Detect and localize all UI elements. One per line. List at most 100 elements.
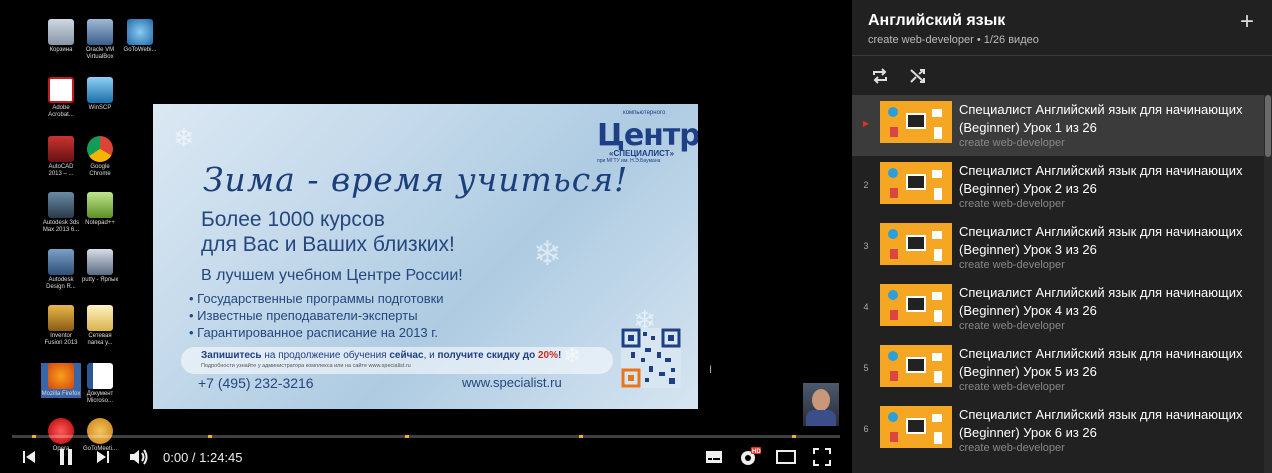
shuffle-icon[interactable]: [908, 66, 928, 86]
chapter-marker: [579, 435, 583, 438]
autocad-icon: [48, 136, 74, 162]
player-controls: 0:00 / 1:24:45 HD: [0, 440, 852, 473]
playlist-panel: Английский язык create web-developer • 1…: [852, 0, 1272, 473]
channel-name: create web-developer: [959, 259, 1065, 271]
playlist-title[interactable]: Английский язык: [868, 12, 1005, 30]
video-player[interactable]: Корзина Adobe Acrobat... AutoCAD 2013 – …: [0, 0, 852, 473]
fullscreen-button[interactable]: [810, 445, 834, 469]
channel-name: create web-developer: [959, 442, 1065, 454]
video-thumbnail[interactable]: [880, 101, 952, 143]
playlist-subtitle[interactable]: create web-developer • 1/26 видео: [868, 34, 1039, 46]
logo-caption-top: компьютерного: [623, 110, 666, 116]
logo-caption-name: «СПЕЦИАЛИСТ»: [609, 149, 675, 158]
scrollbar-thumb[interactable]: [1265, 95, 1271, 157]
video-thumbnail[interactable]: [880, 406, 952, 448]
desktop-icon-3dsmax: Autodesk 3ds Max 2013 6...: [41, 192, 81, 234]
desktop-icon-label: Adobe Acrobat...: [48, 105, 74, 118]
video-title[interactable]: Специалист Английский язык для начинающи…: [959, 406, 1259, 442]
banner-website: www.specialist.ru: [462, 375, 562, 390]
theater-mode-button[interactable]: [774, 445, 798, 469]
winscp-icon: [87, 77, 113, 103]
skip-previous-icon: [23, 451, 35, 463]
channel-name: create web-developer: [959, 137, 1065, 149]
previous-button[interactable]: [18, 445, 40, 469]
promo-text: Запишитесь на продолжение обучения сейча…: [201, 350, 562, 361]
gotowebinar-icon: [127, 19, 153, 45]
video-title[interactable]: Специалист Английский язык для начинающи…: [959, 162, 1259, 198]
channel-name: create web-developer: [959, 320, 1065, 332]
desktop-icon-inventor: Inventor Fusion 2013: [41, 305, 81, 347]
chrome-icon: [87, 136, 113, 162]
settings-button[interactable]: HD: [737, 445, 763, 469]
chapter-marker: [792, 435, 796, 438]
video-thumbnail[interactable]: [880, 162, 952, 204]
skip-next-icon: [97, 451, 109, 463]
subtitles-button[interactable]: [702, 445, 726, 469]
desktop-icon-label: Notepad++: [85, 220, 115, 226]
desktop-icon-autocad: AutoCAD 2013 – ...: [41, 136, 81, 178]
item-index: 4: [863, 302, 869, 312]
item-index: 3: [863, 241, 869, 251]
pause-icon: [60, 449, 72, 465]
recycle-bin-icon: [48, 19, 74, 45]
putty-icon: [87, 249, 113, 275]
desktop-icon-putty: putty - Ярлык: [80, 249, 120, 284]
item-index: 6: [863, 424, 869, 434]
video-thumbnail[interactable]: [880, 284, 952, 326]
volume-icon: [130, 449, 148, 465]
page-root: Корзина Adobe Acrobat... AutoCAD 2013 – …: [0, 0, 1272, 473]
pause-button[interactable]: [54, 445, 78, 469]
divider: [852, 55, 1272, 56]
svg-text:HD: HD: [752, 449, 761, 455]
playlist-item[interactable]: 4 Специалист Английский язык для начинаю…: [852, 278, 1264, 339]
desktop-icon-recycle-bin: Корзина: [41, 19, 81, 54]
banner-line: В лучшем учебном Центре России!: [201, 267, 463, 284]
video-title[interactable]: Специалист Английский язык для начинающи…: [959, 223, 1259, 259]
text-cursor-icon: I: [709, 364, 713, 376]
mute-button[interactable]: [126, 445, 152, 469]
playlist-item[interactable]: 2 Специалист Английский язык для начинаю…: [852, 156, 1264, 217]
video-title[interactable]: Специалист Английский язык для начинающи…: [959, 345, 1259, 381]
video-title[interactable]: Специалист Английский язык для начинающи…: [959, 101, 1259, 137]
video-title[interactable]: Специалист Английский язык для начинающи…: [959, 284, 1259, 320]
banner-bullet: • Известные преподаватели-эксперты: [189, 308, 418, 323]
gear-icon: HD: [741, 447, 761, 465]
desktop-icon-acrobat: Adobe Acrobat...: [41, 77, 81, 119]
desktop-icon-label: Документ Microso...: [86, 391, 114, 404]
banner-line: Более 1000 курсов: [201, 208, 385, 231]
video-thumbnail[interactable]: [880, 223, 952, 265]
snowflake-decoration: ❄: [173, 124, 195, 154]
add-to-playlist-icon[interactable]: +: [1240, 10, 1254, 34]
snowflake-decoration: ❄: [533, 234, 562, 274]
chapter-marker: [208, 435, 212, 438]
item-index: 2: [863, 180, 869, 190]
playlist-item[interactable]: 3 Специалист Английский язык для начинаю…: [852, 217, 1264, 278]
inventor-icon: [48, 305, 74, 331]
promo-strip: Запишитесь на продолжение обучения сейча…: [181, 347, 613, 374]
next-button[interactable]: [92, 445, 114, 469]
desktop-icon-label: Mozilla Firefox: [41, 391, 81, 397]
playlist-items: ▶ Специалист Английский язык для начинаю…: [852, 95, 1264, 461]
playlist-item[interactable]: 6 Специалист Английский язык для начинаю…: [852, 400, 1264, 461]
progress-bar[interactable]: [12, 435, 840, 438]
channel-name: create web-developer: [959, 381, 1065, 393]
playlist-item[interactable]: ▶ Специалист Английский язык для начинаю…: [852, 95, 1264, 156]
banner-bullet: • Гарантированное расписание на 2013 г.: [189, 325, 439, 340]
desktop-icon-label: Корзина: [49, 47, 73, 53]
loop-icon[interactable]: [870, 66, 890, 86]
chapter-marker: [32, 435, 36, 438]
specialist-banner: ❄ ❄ ❄ ❄ компьютерного Центр «СПЕЦИАЛИСТ»…: [153, 104, 698, 409]
3dsmax-icon: [48, 192, 74, 218]
video-thumbnail[interactable]: [880, 345, 952, 387]
desktop-icon-label: AutoCAD 2013 – ...: [48, 164, 74, 177]
now-playing-icon: ▶: [862, 119, 870, 128]
desktop-icon-notepadpp: Notepad++: [80, 192, 120, 227]
playlist-scrollbar[interactable]: [1264, 95, 1272, 473]
time-display: 0:00 / 1:24:45: [163, 450, 243, 465]
banner-headline: Зима - время учиться!: [203, 160, 629, 199]
playlist-item[interactable]: 5 Специалист Английский язык для начинаю…: [852, 339, 1264, 400]
chapter-marker: [405, 435, 409, 438]
desktop-icon-label: Google Chrome: [89, 164, 111, 177]
desktop-icon-label: Autodesk Design R...: [46, 277, 76, 290]
word-document-icon: [87, 363, 113, 389]
